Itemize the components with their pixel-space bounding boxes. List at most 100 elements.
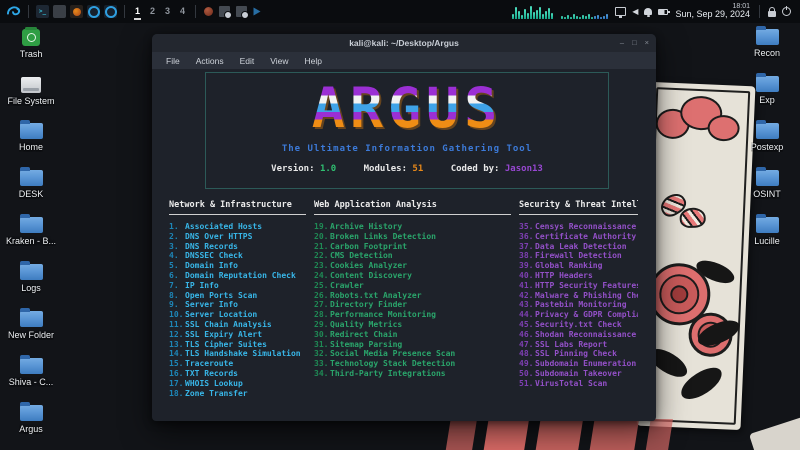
desktop-icon[interactable]: Kraken - B... [0, 213, 62, 255]
settings-doc-icon[interactable] [219, 6, 230, 17]
folder-icon [20, 311, 43, 327]
desktop-icon[interactable]: Lucille [736, 213, 798, 255]
argus-meta-line: Version: 1.0 Modules: 51 Coded by: Jason… [206, 164, 608, 174]
module-item: 25.Crawler [314, 281, 511, 291]
module-item: 29.Quality Metrics [314, 320, 511, 330]
desktop-icon[interactable]: Recon [736, 25, 798, 67]
maximize-button[interactable]: □ [632, 39, 637, 47]
battery-icon[interactable] [658, 9, 668, 15]
graph-bar [594, 16, 596, 19]
graph-bar [576, 16, 578, 19]
menu-item[interactable]: File [158, 56, 188, 66]
graph-bar [515, 7, 517, 19]
folder-icon [21, 77, 41, 93]
module-item: 4.DNSSEC Check [169, 251, 306, 261]
bell-icon[interactable] [644, 8, 652, 15]
blue-app-icon-1[interactable] [87, 5, 100, 18]
folder-icon [756, 76, 779, 92]
panel-separator [195, 5, 196, 18]
module-item: 46.Shodan Reconnaissance [519, 330, 638, 340]
graph-bar [536, 10, 538, 19]
terminal-titlebar[interactable]: kali@kali: ~/Desktop/Argus – □ × [152, 34, 656, 52]
desktop-icon[interactable]: New Folder [0, 307, 62, 349]
desktop-icon[interactable]: Trash [0, 25, 62, 67]
folder-icon [756, 170, 779, 186]
module-item: 44.Privacy & GDPR Complian… [519, 310, 638, 320]
module-item: 21.Carbon Footprint [314, 242, 511, 252]
desktop-icon[interactable]: DESK [0, 166, 62, 208]
version-value: 1.0 [320, 164, 336, 174]
module-item: 43.Pastebin Monitoring [519, 300, 638, 310]
window-controls: – □ × [620, 34, 649, 52]
desktop-icon[interactable]: Exp [736, 72, 798, 114]
desktop-icon[interactable]: OSINT [736, 166, 798, 208]
menu-item[interactable]: Actions [188, 56, 232, 66]
power-icon[interactable] [782, 7, 791, 16]
browser-app-icon[interactable] [70, 5, 83, 18]
graph-bar [527, 13, 529, 19]
indicator-triangle-icon[interactable] [254, 8, 261, 16]
kali-logo-icon[interactable] [6, 4, 21, 19]
coded-by-value: Jason13 [505, 164, 543, 174]
module-item: 3.DNS Records [169, 242, 306, 252]
module-item: 33.Technology Stack Detection [314, 359, 511, 369]
folder-icon [20, 123, 43, 139]
graph-bar [588, 14, 590, 19]
module-item: 26.Robots.txt Analyzer [314, 291, 511, 301]
version-label: Version: [271, 164, 314, 174]
module-item: 36.Certificate Authority R… [519, 232, 638, 242]
module-item: 22.CMS Detection [314, 251, 511, 261]
network-graph[interactable] [561, 4, 608, 19]
desktop-icons-left: Trash File System Home DESK Kraken - B..… [0, 25, 62, 443]
desktop-icon[interactable]: Postexp [736, 119, 798, 161]
menu-item[interactable]: View [262, 56, 296, 66]
module-item: 10.Server Location [169, 310, 306, 320]
workspace-button[interactable]: 3 [164, 4, 171, 20]
module-item: 41.HTTP Security Features [519, 281, 638, 291]
app-orb-icon[interactable] [204, 7, 213, 16]
desktop-icon[interactable]: Logs [0, 260, 62, 302]
desktop-icon[interactable]: Argus [0, 401, 62, 443]
minimize-button[interactable]: – [620, 39, 624, 47]
graph-bar [539, 7, 541, 19]
workspace-button[interactable]: 2 [149, 4, 156, 20]
graph-bar [603, 16, 605, 19]
graph-bar [551, 13, 553, 19]
wallpaper-corner-card [749, 416, 800, 450]
column-items: 19.Archive History20.Broken Links Detect… [314, 222, 511, 379]
module-item: 18.Zone Transfer [169, 389, 306, 399]
workspace-switcher: 1234 [134, 4, 186, 20]
module-item: 27.Directory Finder [314, 300, 511, 310]
blue-app-icon-2[interactable] [104, 5, 117, 18]
cpu-graph[interactable] [512, 4, 553, 19]
graph-bar [524, 9, 526, 19]
desktop: >_ 1234 ◀ 18:01 Sun, Sep 29, 2024 [0, 0, 800, 450]
argus-subtitle: The Ultimate Information Gathering Tool [206, 144, 608, 154]
module-item: 39.Global Ranking [519, 261, 638, 271]
file-manager-app-icon[interactable] [53, 5, 66, 18]
volume-icon[interactable]: ◀ [632, 8, 638, 16]
workspace-button[interactable]: 4 [179, 4, 186, 20]
desktop-icon[interactable]: File System [0, 72, 62, 114]
settings-screen-icon[interactable] [236, 6, 247, 17]
module-item: 6.Domain Reputation Check [169, 271, 306, 281]
menu-item[interactable]: Help [297, 56, 330, 66]
desktop-icon[interactable]: Shiva - C... [0, 354, 62, 396]
lock-icon[interactable] [768, 11, 776, 17]
terminal-menubar: FileActionsEditViewHelp [152, 52, 656, 69]
terminal-content[interactable]: ARGUS The Ultimate Information Gathering… [152, 69, 656, 398]
desktop-icon-label: Recon [754, 48, 780, 58]
close-button[interactable]: × [645, 39, 649, 47]
desktop-icon-label: Trash [20, 49, 43, 59]
display-icon[interactable] [615, 7, 626, 16]
terminal-app-icon[interactable]: >_ [36, 5, 49, 18]
clock[interactable]: 18:01 Sun, Sep 29, 2024 [675, 3, 750, 21]
folder-icon [756, 29, 779, 45]
menu-item[interactable]: Edit [232, 56, 263, 66]
graph-bar [585, 16, 587, 19]
desktop-icon[interactable]: Home [0, 119, 62, 161]
workspace-button[interactable]: 1 [134, 4, 141, 20]
panel-separator [28, 5, 29, 18]
folder-icon [20, 264, 43, 280]
module-item: 49.Subdomain Enumeration [519, 359, 638, 369]
